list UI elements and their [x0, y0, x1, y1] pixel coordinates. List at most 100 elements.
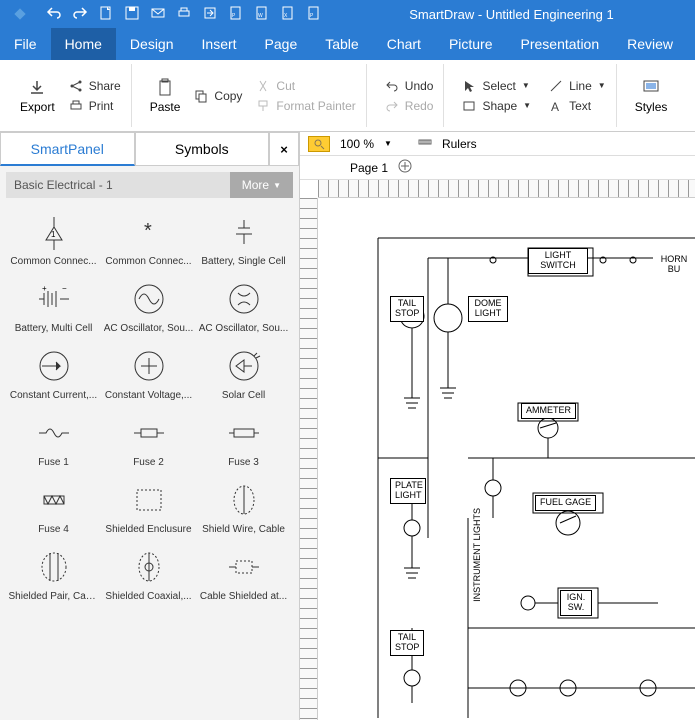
- symbol-item[interactable]: +−Battery, Multi Cell: [6, 271, 101, 338]
- menu-support[interactable]: Support: [687, 28, 695, 60]
- export-button[interactable]: Export: [20, 78, 55, 114]
- symbol-item[interactable]: Constant Voltage,...: [101, 338, 196, 405]
- symbol-item[interactable]: Battery, Single Cell: [196, 204, 291, 271]
- select-button[interactable]: Select▼: [462, 79, 531, 93]
- zoom-tool[interactable]: [308, 136, 330, 152]
- symbol-item[interactable]: Fuse 2: [101, 405, 196, 472]
- xls-icon[interactable]: X: [280, 5, 296, 24]
- cut-button[interactable]: Cut: [256, 79, 355, 93]
- redo-icon[interactable]: [72, 5, 88, 24]
- text-button[interactable]: AText: [549, 99, 606, 113]
- symbol-label: Battery, Single Cell: [199, 256, 289, 267]
- symbol-item[interactable]: *Common Connec...: [101, 204, 196, 271]
- pdf-icon[interactable]: P: [228, 5, 244, 24]
- print-icon[interactable]: [176, 5, 192, 24]
- symbol-thumb: [119, 543, 179, 591]
- print-button[interactable]: Print: [69, 99, 121, 113]
- doc-icon[interactable]: W: [254, 5, 270, 24]
- symbol-item[interactable]: Shielded Pair, Cable: [6, 539, 101, 606]
- svg-text:W: W: [258, 13, 263, 19]
- shape-button[interactable]: Shape▼: [462, 99, 531, 113]
- svg-text:X: X: [284, 13, 288, 19]
- symbol-item[interactable]: Fuse 4: [6, 472, 101, 539]
- menu-review[interactable]: Review: [613, 28, 687, 60]
- category-name: Basic Electrical - 1: [6, 178, 230, 192]
- svg-text:+: +: [42, 284, 47, 293]
- undo-button[interactable]: Undo: [385, 79, 434, 93]
- new-icon[interactable]: [98, 5, 114, 24]
- menubar: File Home Design Insert Page Table Chart…: [0, 28, 695, 60]
- svg-text:1: 1: [51, 230, 56, 239]
- menu-file[interactable]: File: [0, 28, 51, 60]
- menu-chart[interactable]: Chart: [373, 28, 435, 60]
- symbol-thumb: +−: [24, 275, 84, 323]
- menu-page[interactable]: Page: [251, 28, 312, 60]
- format-painter-button[interactable]: Format Painter: [256, 99, 355, 113]
- save-icon[interactable]: [124, 5, 140, 24]
- rulers-label: Rulers: [442, 137, 477, 151]
- page-tabs: Page 1: [300, 156, 695, 180]
- symbol-label: Fuse 4: [9, 524, 99, 535]
- symbol-item[interactable]: 1 Common Connec...: [6, 204, 101, 271]
- paste-button[interactable]: Paste: [150, 78, 181, 114]
- symbol-label: Constant Current,...: [9, 390, 99, 401]
- symbol-item[interactable]: AC Oscillator, Sou...: [101, 271, 196, 338]
- quick-access-toolbar: P W X P: [40, 5, 328, 24]
- close-panel-button[interactable]: ×: [269, 132, 299, 166]
- symbol-label: Fuse 3: [199, 457, 289, 468]
- label-plate-light: PLATE LIGHT: [390, 478, 426, 504]
- symbol-item[interactable]: Shielded Coaxial,...: [101, 539, 196, 606]
- more-button[interactable]: More▼: [230, 172, 293, 198]
- line-button[interactable]: Line▼: [549, 79, 606, 93]
- ppt-icon[interactable]: P: [306, 5, 322, 24]
- copy-button[interactable]: Copy: [194, 89, 242, 103]
- menu-presentation[interactable]: Presentation: [507, 28, 614, 60]
- symbol-item[interactable]: Cable Shielded at...: [196, 539, 291, 606]
- canvas-toolbar: 100 %▼ Rulers: [300, 132, 695, 156]
- styles-button[interactable]: Styles: [635, 78, 668, 114]
- share-button[interactable]: Share: [69, 79, 121, 93]
- symbol-item[interactable]: AC Oscillator, Sou...: [196, 271, 291, 338]
- symbol-item[interactable]: Fuse 1: [6, 405, 101, 472]
- symbol-thumb: [119, 476, 179, 524]
- symbol-thumb: *: [119, 208, 179, 256]
- menu-home[interactable]: Home: [51, 28, 116, 60]
- symbol-item[interactable]: Constant Current,...: [6, 338, 101, 405]
- symbol-label: Constant Voltage,...: [104, 390, 194, 401]
- menu-insert[interactable]: Insert: [188, 28, 251, 60]
- page-tab[interactable]: Page 1: [350, 161, 388, 175]
- undo-icon[interactable]: [46, 5, 62, 24]
- zoom-level[interactable]: 100 %: [340, 137, 374, 151]
- symbol-label: Fuse 1: [9, 457, 99, 468]
- mail-icon[interactable]: [150, 5, 166, 24]
- symbol-item[interactable]: Solar Cell: [196, 338, 291, 405]
- symbol-thumb: [24, 543, 84, 591]
- symbol-label: AC Oscillator, Sou...: [199, 323, 289, 334]
- side-tabs: SmartPanel Symbols ×: [0, 132, 299, 166]
- symbol-label: Common Connec...: [9, 256, 99, 267]
- redo-button[interactable]: Redo: [385, 99, 434, 113]
- symbol-thumb: [214, 275, 274, 323]
- svg-text:−: −: [62, 284, 67, 293]
- symbol-label: Common Connec...: [104, 256, 194, 267]
- menu-table[interactable]: Table: [311, 28, 372, 60]
- add-page-button[interactable]: [398, 159, 412, 176]
- svg-text:A: A: [551, 100, 559, 113]
- drawing-canvas[interactable]: LIGHT SWITCH HORN BU TAIL STOP DOME LIGH…: [318, 198, 695, 720]
- tab-smartpanel[interactable]: SmartPanel: [0, 132, 135, 166]
- symbol-item[interactable]: Fuse 3: [196, 405, 291, 472]
- symbol-item[interactable]: Shielded Enclusure: [101, 472, 196, 539]
- menu-picture[interactable]: Picture: [435, 28, 507, 60]
- export-icon[interactable]: [202, 5, 218, 24]
- rulers-icon[interactable]: [418, 135, 432, 152]
- window-title: SmartDraw - Untitled Engineering 1: [328, 7, 695, 22]
- symbol-thumb: [119, 275, 179, 323]
- symbol-thumb: [214, 342, 274, 390]
- tab-symbols[interactable]: Symbols: [135, 132, 270, 166]
- symbols-grid: 1Common Connec...*Common Connec...Batter…: [0, 204, 299, 720]
- symbol-item[interactable]: Shield Wire, Cable: [196, 472, 291, 539]
- titlebar: P W X P SmartDraw - Untitled Engineering…: [0, 0, 695, 28]
- symbol-thumb: [214, 543, 274, 591]
- symbol-thumb: [24, 476, 84, 524]
- menu-design[interactable]: Design: [116, 28, 188, 60]
